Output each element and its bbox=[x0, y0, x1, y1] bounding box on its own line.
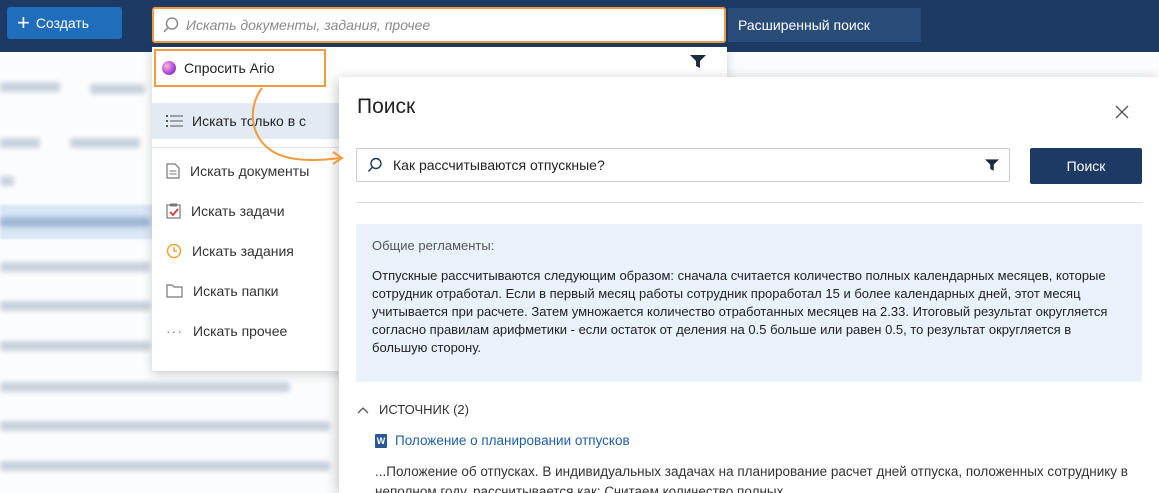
divider bbox=[356, 202, 1142, 203]
blurred-text bbox=[0, 262, 150, 272]
menu-item-label: Искать задачи bbox=[191, 203, 285, 219]
blurred-text bbox=[0, 217, 150, 227]
source-title: Положение о планировании отпусков bbox=[395, 433, 630, 448]
menu-item-label: Искать прочее bbox=[193, 323, 288, 339]
ask-ario-label: Спросить Ario bbox=[184, 60, 275, 76]
advanced-search-button[interactable]: Расширенный поиск bbox=[728, 8, 921, 42]
search-icon bbox=[163, 17, 179, 33]
answer-heading: Общие регламенты: bbox=[372, 238, 495, 253]
menu-item-label: Искать документы bbox=[190, 163, 310, 179]
search-placeholder: Искать документы, задания, прочее bbox=[186, 17, 431, 33]
menu-item-search-folders[interactable]: Искать папки bbox=[152, 273, 347, 309]
sources-toggle[interactable]: ИСТОЧНИК (2) bbox=[357, 402, 469, 417]
blurred-text bbox=[0, 176, 14, 186]
menu-item-label: Искать папки bbox=[193, 283, 279, 299]
clock-icon bbox=[166, 243, 182, 259]
blurred-text bbox=[0, 138, 40, 148]
global-search-input[interactable]: Искать документы, задания, прочее bbox=[152, 7, 726, 43]
menu-item-search-other[interactable]: ··· Искать прочее bbox=[152, 313, 347, 349]
source-snippet: ...Положение об отпусках. В индивидуальн… bbox=[375, 464, 1128, 493]
list-icon bbox=[166, 115, 183, 127]
menu-item-search-tasks[interactable]: Искать задачи bbox=[152, 193, 347, 229]
filter-icon[interactable] bbox=[690, 55, 706, 69]
ario-logo-icon bbox=[162, 61, 176, 75]
ellipsis-icon: ··· bbox=[166, 323, 183, 339]
dialog-title: Поиск bbox=[357, 95, 416, 118]
blurred-text bbox=[0, 382, 290, 392]
sources-label: ИСТОЧНИК (2) bbox=[379, 402, 469, 417]
menu-item-search-in-current[interactable]: Искать только в с bbox=[152, 103, 347, 139]
ask-ario-item[interactable]: Спросить Ario bbox=[154, 49, 326, 87]
folder-icon bbox=[166, 284, 183, 298]
task-icon bbox=[166, 203, 181, 219]
filter-icon[interactable] bbox=[985, 159, 999, 172]
menu-divider bbox=[152, 147, 347, 148]
ai-answer-panel: Общие регламенты: Отпускные рассчитывают… bbox=[356, 224, 1142, 382]
menu-item-label: Искать задания bbox=[192, 243, 294, 259]
dialog-search-input[interactable]: Как рассчитываются отпускные? bbox=[356, 148, 1010, 182]
create-button[interactable]: + Создать bbox=[7, 7, 122, 39]
answer-text: Отпускные рассчитываются следующим образ… bbox=[372, 268, 1108, 355]
blurred-text bbox=[0, 82, 60, 92]
menu-item-search-documents[interactable]: Искать документы bbox=[152, 153, 347, 189]
menu-item-label: Искать только в с bbox=[192, 113, 307, 129]
create-button-label: Создать bbox=[35, 15, 90, 31]
menu-item-search-assignments[interactable]: Искать задания bbox=[152, 233, 347, 269]
plus-icon: + bbox=[17, 10, 30, 35]
blurred-text bbox=[0, 421, 330, 431]
blurred-text bbox=[0, 301, 150, 311]
top-bar: + Создать Искать документы, задания, про… bbox=[0, 0, 1159, 52]
source-link[interactable]: W Положение о планировании отпусков bbox=[375, 433, 630, 448]
word-document-icon: W bbox=[375, 433, 387, 448]
search-icon bbox=[367, 157, 382, 172]
search-button[interactable]: Поиск bbox=[1030, 148, 1142, 184]
document-icon bbox=[166, 163, 180, 179]
blurred-text bbox=[0, 341, 150, 351]
blurred-text bbox=[0, 461, 330, 471]
search-dialog: Поиск Как рассчитываются отпускные? Поис… bbox=[339, 77, 1159, 493]
blurred-text bbox=[70, 138, 140, 148]
blurred-text bbox=[90, 84, 145, 94]
search-query: Как рассчитываются отпускные? bbox=[393, 157, 605, 173]
close-icon[interactable] bbox=[1112, 102, 1132, 122]
chevron-up-icon bbox=[357, 406, 369, 413]
